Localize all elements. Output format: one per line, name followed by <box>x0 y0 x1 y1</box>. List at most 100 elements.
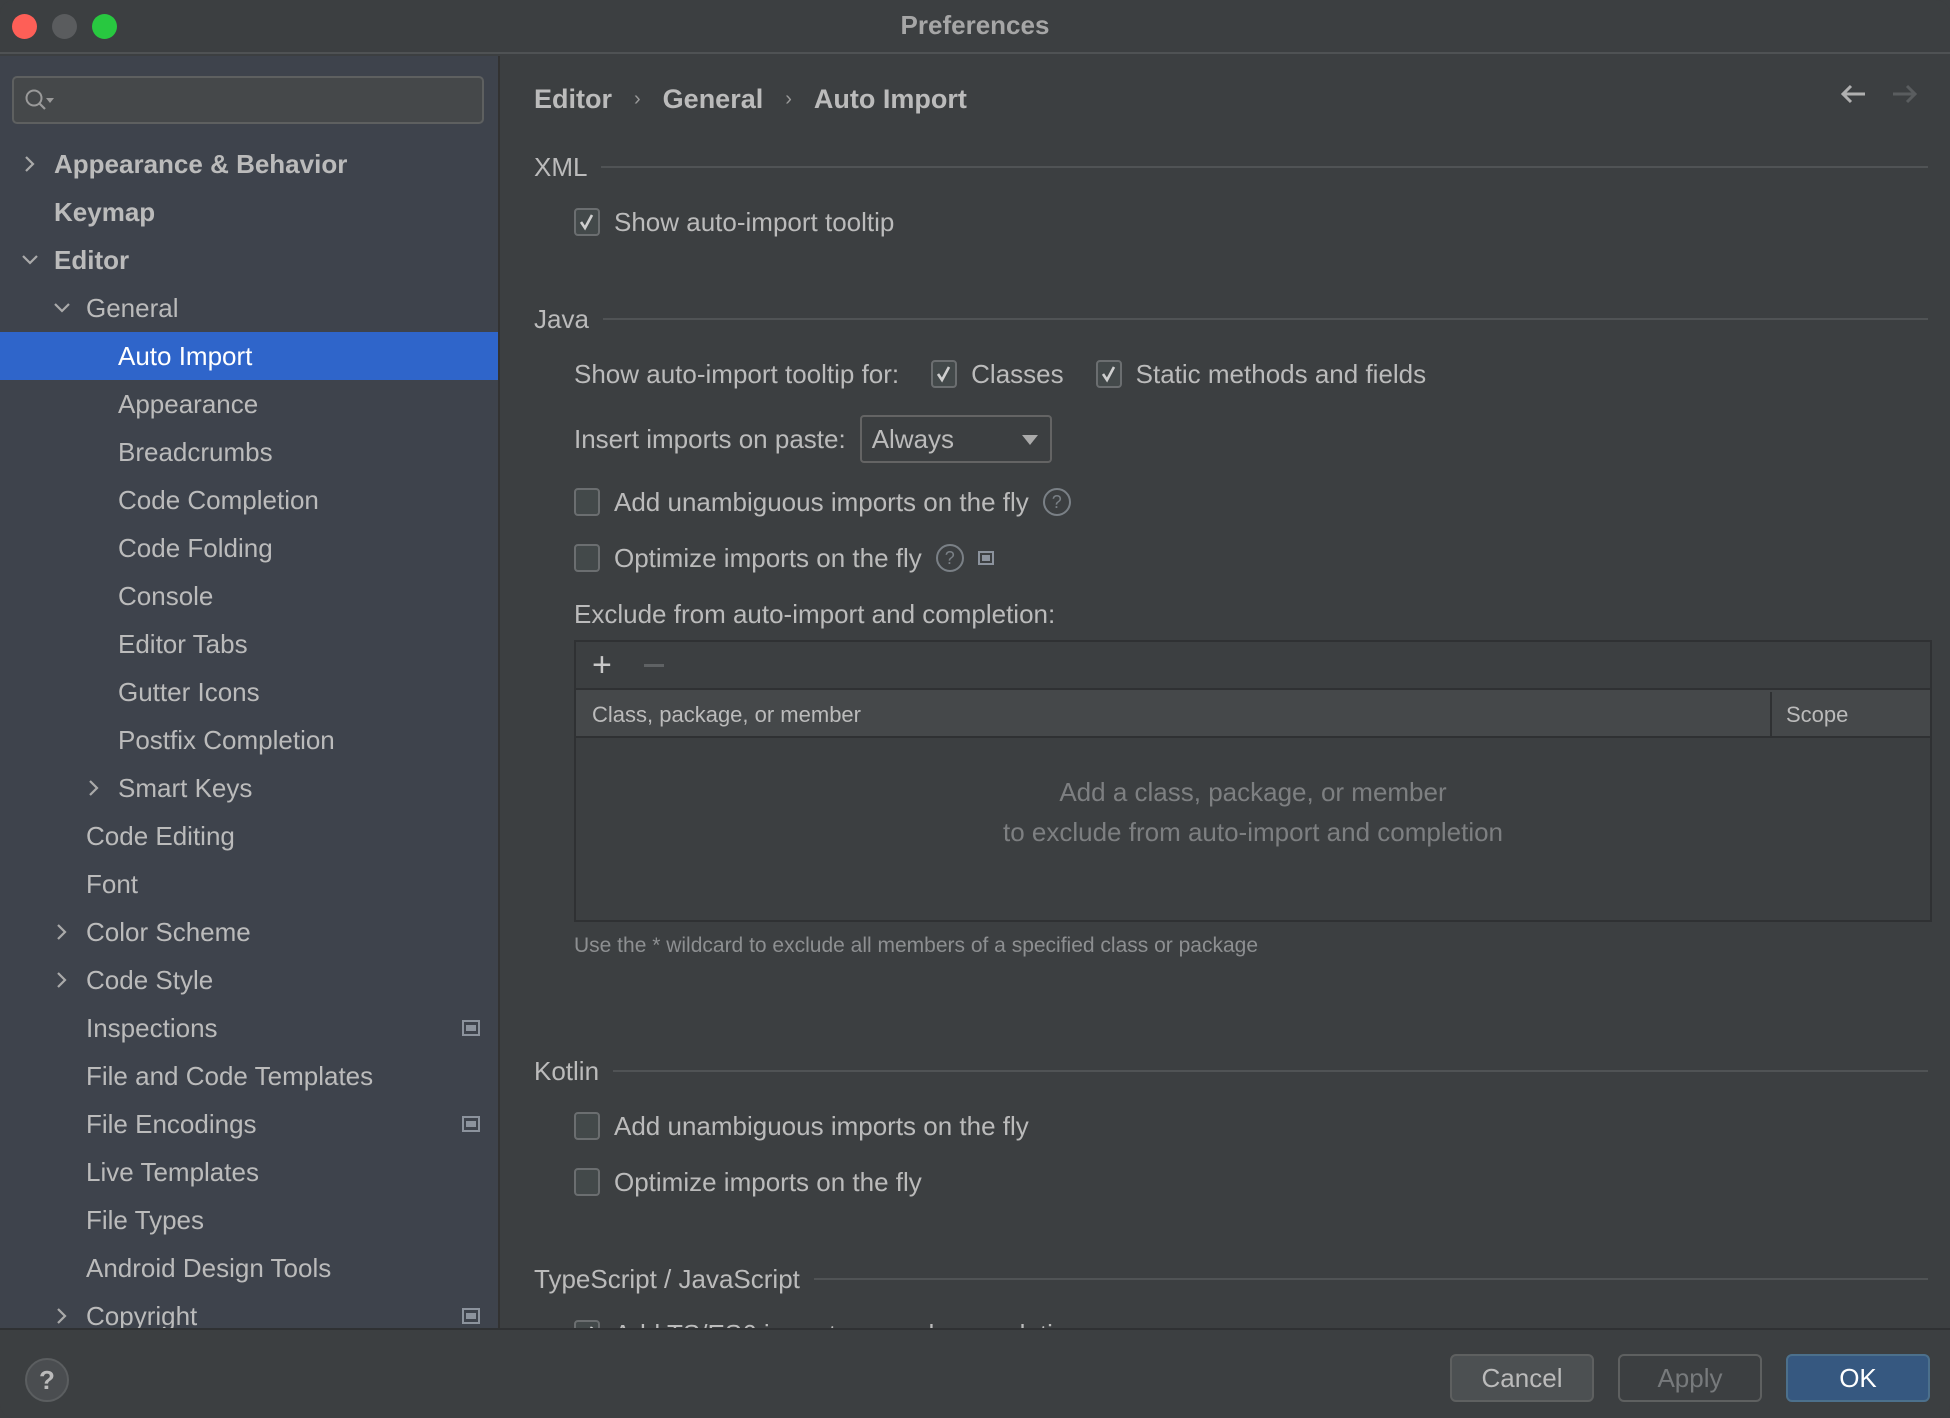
exclude-label-text: Exclude from auto-import and completion: <box>574 598 1056 629</box>
sidebar-item[interactable]: File and Code Templates <box>0 1052 498 1100</box>
sidebar-item[interactable]: Code Completion <box>0 476 498 524</box>
sidebar-item[interactable]: Breadcrumbs <box>0 428 498 476</box>
sidebar-item-label: Console <box>118 581 214 611</box>
checkbox-label: Add TS/ES6 imports on code completion <box>614 1319 1082 1329</box>
sidebar-item-label: Android Design Tools <box>86 1253 332 1283</box>
section-title: TypeScript / JavaScript <box>534 1263 800 1294</box>
project-level-icon <box>462 1308 480 1324</box>
forward-arrow-icon[interactable] <box>1890 82 1920 106</box>
java-add-unambiguous-checkbox[interactable]: Add unambiguous imports on the fly ? <box>574 482 1071 522</box>
project-level-icon <box>462 1020 480 1036</box>
java-tooltip-row: Show auto-import tooltip for: Classes St… <box>574 354 1426 394</box>
static-methods-checkbox[interactable] <box>1095 360 1122 388</box>
sidebar-item[interactable]: Editor Tabs <box>0 620 498 668</box>
section-kotlin: Kotlin <box>534 1056 1928 1086</box>
insert-imports-row: Insert imports on paste: Always <box>574 414 1052 464</box>
classes-checkbox[interactable] <box>931 360 958 388</box>
remove-icon[interactable] <box>644 664 664 667</box>
sidebar-item[interactable]: Auto Import <box>0 332 498 380</box>
chevron-right-icon[interactable] <box>84 764 104 812</box>
chevron-right-icon[interactable] <box>52 1292 72 1328</box>
sidebar-item[interactable]: File Types <box>0 1196 498 1244</box>
sidebar-item-label: Code Style <box>86 965 214 995</box>
help-icon[interactable]: ? <box>935 544 964 572</box>
empty-line-2: to exclude from auto-import and completi… <box>1002 817 1504 847</box>
sidebar-item-label: Postfix Completion <box>118 725 335 755</box>
sidebar-item-label: Keymap <box>54 197 156 227</box>
settings-sidebar: Appearance & Behavior Keymap Editor General… <box>0 56 500 1328</box>
back-arrow-icon[interactable] <box>1838 82 1868 106</box>
column-header-scope[interactable]: Scope <box>1786 702 1848 728</box>
sidebar-item[interactable]: Appearance <box>0 380 498 428</box>
window-title: Preferences <box>900 10 1050 40</box>
chevron-down-icon[interactable] <box>20 236 40 284</box>
insert-imports-dropdown[interactable]: Always <box>859 415 1052 463</box>
section-typescript: TypeScript / JavaScript <box>534 1264 1928 1294</box>
breadcrumb-general[interactable]: General <box>663 84 764 115</box>
checkbox-checked-icon[interactable] <box>574 208 600 236</box>
help-icon[interactable]: ? <box>1042 488 1071 516</box>
column-divider[interactable] <box>1770 692 1772 736</box>
sidebar-item-label: Inspections <box>86 1013 218 1043</box>
chevron-down-icon[interactable] <box>52 284 72 332</box>
checkbox-unchecked-icon[interactable] <box>574 488 600 516</box>
sidebar-item[interactable]: Copyright <box>0 1292 498 1328</box>
section-divider <box>813 1278 1928 1280</box>
breadcrumb-editor[interactable]: Editor <box>534 84 612 115</box>
section-title: Java <box>534 303 589 334</box>
xml-show-tooltip-checkbox[interactable]: Show auto-import tooltip <box>574 202 894 242</box>
sidebar-item-label: Auto Import <box>118 341 253 371</box>
kotlin-add-unambiguous-checkbox[interactable]: Add unambiguous imports on the fly <box>574 1106 1029 1146</box>
sidebar-item-label: General <box>86 293 179 323</box>
checkbox-unchecked-icon[interactable] <box>574 1168 600 1196</box>
checkbox-unchecked-icon[interactable] <box>574 1112 600 1140</box>
chevron-right-icon[interactable] <box>52 956 72 1004</box>
sidebar-item[interactable]: File Encodings <box>0 1100 498 1148</box>
sidebar-item[interactable]: Inspections <box>0 1004 498 1052</box>
sidebar-item[interactable]: Android Design Tools <box>0 1244 498 1292</box>
sidebar-item[interactable]: Appearance & Behavior <box>0 140 498 188</box>
sidebar-item-label: Font <box>86 869 139 899</box>
section-xml: XML <box>534 152 1928 182</box>
column-header-class[interactable]: Class, package, or member <box>592 702 861 728</box>
sidebar-item[interactable]: Console <box>0 572 498 620</box>
settings-search-input[interactable] <box>12 76 484 124</box>
java-optimize-checkbox[interactable]: Optimize imports on the fly ? <box>574 538 994 578</box>
sidebar-item[interactable]: Code Style <box>0 956 498 1004</box>
sidebar-item[interactable]: General <box>0 284 498 332</box>
sidebar-item[interactable]: Color Scheme <box>0 908 498 956</box>
add-icon[interactable]: + <box>592 648 612 682</box>
ok-button[interactable]: OK <box>1786 1354 1930 1402</box>
insert-imports-label: Insert imports on paste: <box>574 423 846 454</box>
sidebar-item[interactable]: Gutter Icons <box>0 668 498 716</box>
sidebar-item[interactable]: Code Folding <box>0 524 498 572</box>
sidebar-item[interactable]: Code Editing <box>0 812 498 860</box>
sidebar-item[interactable]: Font <box>0 860 498 908</box>
sidebar-item[interactable]: Live Templates <box>0 1148 498 1196</box>
wildcard-hint: Use the * wildcard to exclude all member… <box>574 934 1258 957</box>
table-toolbar: + <box>576 642 1930 690</box>
sidebar-item-label: Gutter Icons <box>118 677 260 707</box>
chevron-right-icon[interactable] <box>52 908 72 956</box>
kotlin-optimize-checkbox[interactable]: Optimize imports on the fly <box>574 1162 922 1202</box>
exclude-label: Exclude from auto-import and completion: <box>574 594 1055 634</box>
settings-tree: Appearance & Behavior Keymap Editor General… <box>0 140 498 1328</box>
checkbox-unchecked-icon[interactable] <box>574 544 600 572</box>
chevron-right-icon[interactable] <box>20 140 40 188</box>
checkbox-checked-icon[interactable] <box>574 1320 600 1328</box>
apply-button[interactable]: Apply <box>1618 1354 1762 1402</box>
title-bar: Preferences <box>0 0 1950 54</box>
sidebar-item-label: Code Folding <box>118 533 273 563</box>
cancel-button[interactable]: Cancel <box>1450 1354 1594 1402</box>
sidebar-item[interactable]: Keymap <box>0 188 498 236</box>
project-level-icon <box>977 551 994 565</box>
sidebar-item-label: Copyright <box>86 1301 198 1328</box>
sidebar-item[interactable]: Postfix Completion <box>0 716 498 764</box>
section-divider <box>602 318 1928 320</box>
sidebar-item[interactable]: Smart Keys <box>0 764 498 812</box>
sidebar-item[interactable]: Editor <box>0 236 498 284</box>
typescript-es6-checkbox[interactable]: Add TS/ES6 imports on code completion <box>574 1314 1082 1328</box>
preferences-window: Preferences Appearance & Behavior Keymap E… <box>0 0 1950 1418</box>
exclude-table: + Class, package, or member Scope Add a … <box>574 640 1932 922</box>
help-button[interactable]: ? <box>25 1358 69 1402</box>
